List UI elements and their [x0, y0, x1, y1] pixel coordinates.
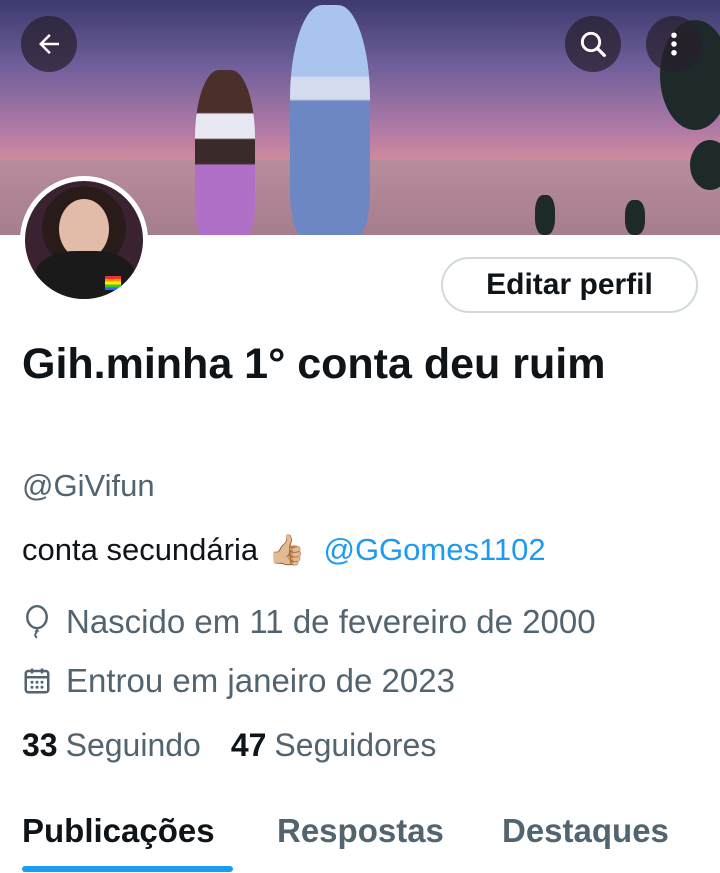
bio-text: conta secundária — [22, 532, 259, 567]
calendar-icon — [24, 668, 50, 694]
balloon-icon — [26, 605, 48, 639]
followers-count: 47 — [230, 727, 267, 763]
following-link[interactable]: 33 Seguindo — [22, 727, 201, 764]
tab-destaques[interactable]: Destaques — [502, 812, 669, 850]
birthday-text: Nascido em 11 de fevereiro de 2000 — [66, 603, 596, 640]
user-handle: @GiVifun — [22, 468, 155, 503]
birthday-info: Nascido em 11 de fevereiro de 2000 — [22, 603, 596, 641]
profile-tabs: Publicações Respostas Destaques — [0, 812, 720, 873]
profile-avatar[interactable] — [20, 176, 148, 304]
thumbs-up-emoji: 👍🏼 — [268, 533, 306, 567]
arrow-left-icon — [39, 34, 59, 54]
search-button[interactable] — [565, 16, 621, 72]
followers-link[interactable]: 47 Seguidores — [231, 727, 436, 764]
banner-figure-right — [290, 5, 370, 235]
following-label: Seguindo — [65, 727, 201, 763]
follow-stats: 33 Seguindo 47 Seguidores — [22, 727, 466, 764]
back-button[interactable] — [21, 16, 77, 72]
active-tab-indicator — [22, 866, 233, 872]
edit-profile-button[interactable]: Editar perfil — [441, 257, 698, 313]
bio-mention-link[interactable]: @GGomes1102 — [323, 532, 545, 568]
more-vertical-icon — [671, 32, 677, 56]
joined-info: Entrou em janeiro de 2023 — [22, 662, 455, 700]
banner-figure-left — [195, 70, 255, 235]
more-button[interactable] — [646, 16, 702, 72]
joined-text: Entrou em janeiro de 2023 — [66, 662, 455, 699]
display-name: Gih.minha 1° conta deu ruim — [22, 340, 606, 388]
following-count: 33 — [22, 727, 58, 763]
search-icon — [580, 31, 606, 57]
profile-bio: conta secundária 👍🏼 @GGomes1102 — [22, 532, 546, 568]
followers-label: Seguidores — [274, 727, 437, 763]
tab-publicacoes[interactable]: Publicações — [22, 812, 215, 850]
tab-respostas[interactable]: Respostas — [277, 812, 444, 850]
